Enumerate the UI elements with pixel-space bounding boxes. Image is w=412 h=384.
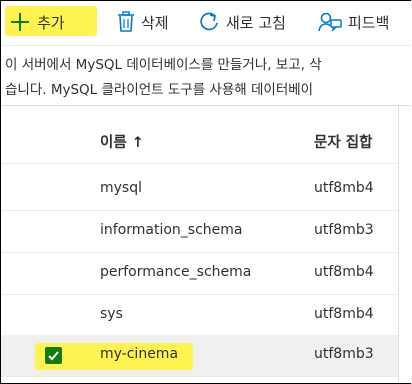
- db-charset: utf8mb3: [314, 222, 374, 238]
- table-row[interactable]: sys utf8mb4: [1, 295, 398, 337]
- db-charset: utf8mb4: [314, 180, 374, 196]
- db-name: mysql: [100, 180, 142, 196]
- db-charset: utf8mb3: [314, 346, 374, 362]
- table-header: 이름 ↑ 문자 집합: [1, 121, 398, 164]
- description-line-2: 습니다. MySQL 클라이언트 도구를 사용해 데이터베이: [5, 82, 314, 98]
- refresh-icon: [198, 11, 220, 33]
- db-name: information_schema: [100, 222, 243, 238]
- trash-icon: [117, 11, 135, 33]
- database-panel: 추가 삭제 새로 고침 피드백 이 서버에서 MySQL 데이터베이스를 만들거…: [0, 0, 411, 384]
- db-charset: utf8mb4: [314, 264, 374, 280]
- db-name: my-cinema: [100, 346, 179, 362]
- description-divider: [1, 105, 411, 106]
- description-text: 이 서버에서 MySQL 데이터베이스를 만들거나, 보고, 삭 습니다. My…: [5, 53, 411, 103]
- table-row-selected[interactable]: my-cinema utf8mb3: [1, 335, 398, 377]
- feedback-label: 피드백: [348, 13, 390, 32]
- table-row[interactable]: performance_schema utf8mb4: [1, 253, 398, 295]
- column-header-charset[interactable]: 문자 집합: [314, 131, 372, 152]
- refresh-button[interactable]: 새로 고침: [198, 7, 286, 37]
- db-charset: utf8mb4: [314, 306, 374, 322]
- feedback-icon: [318, 11, 342, 33]
- feedback-button[interactable]: 피드백: [318, 7, 389, 37]
- delete-button[interactable]: 삭제: [117, 7, 169, 37]
- description-line-1: 이 서버에서 MySQL 데이터베이스를 만들거나, 보고, 삭: [5, 57, 322, 73]
- row-checkbox[interactable]: [45, 347, 62, 364]
- column-header-name[interactable]: 이름 ↑: [100, 131, 144, 152]
- table-row[interactable]: mysql utf8mb4: [1, 169, 398, 211]
- panel-edge-divider: [398, 105, 399, 383]
- toolbar-divider: [1, 45, 411, 46]
- table-row[interactable]: information_schema utf8mb3: [1, 211, 398, 253]
- add-label: 추가: [37, 13, 65, 32]
- refresh-label: 새로 고침: [226, 13, 286, 32]
- check-icon: [48, 351, 59, 361]
- add-button[interactable]: 추가: [9, 7, 65, 37]
- delete-label: 삭제: [141, 13, 169, 32]
- db-name: sys: [100, 306, 123, 322]
- plus-icon: [9, 11, 31, 33]
- db-name: performance_schema: [100, 264, 252, 280]
- command-bar: 추가 삭제 새로 고침 피드백: [1, 1, 411, 45]
